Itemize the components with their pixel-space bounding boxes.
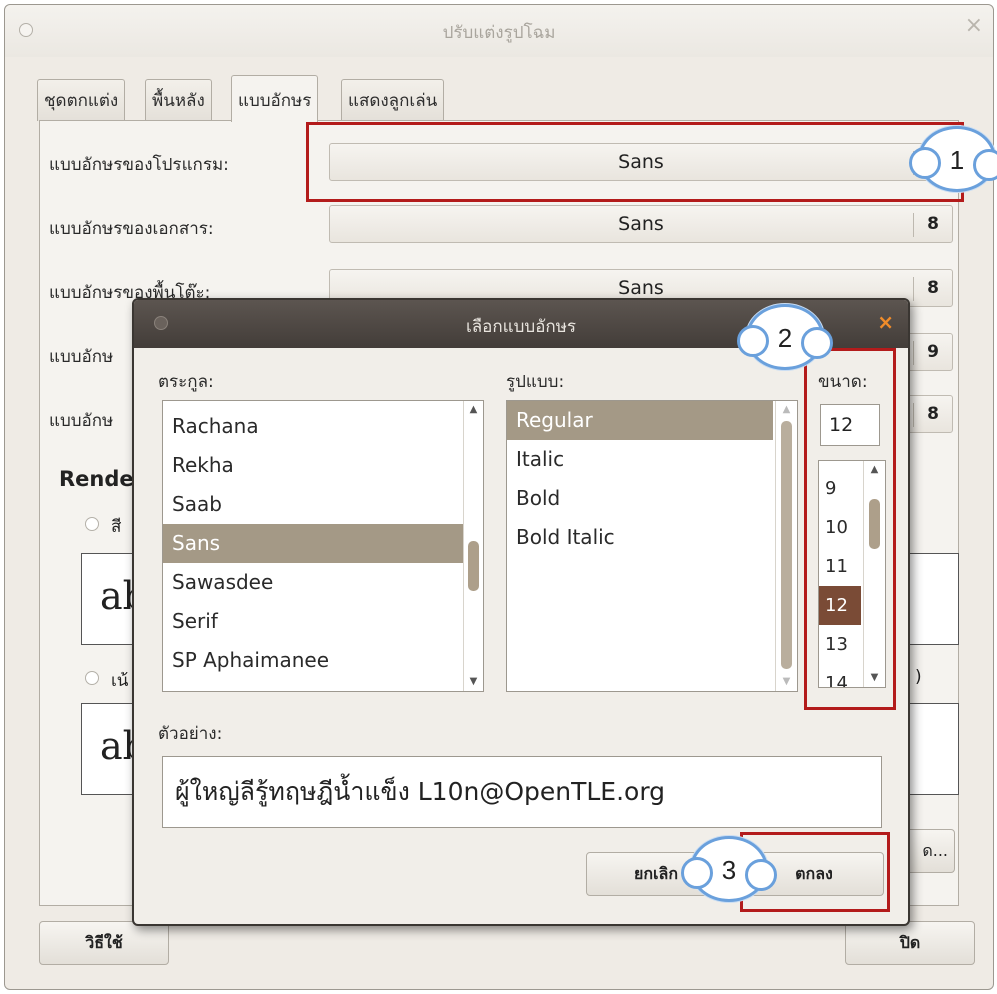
style-scroll-thumb[interactable] <box>781 421 792 669</box>
preview-label: ตัวอย่าง: <box>158 724 223 744</box>
family-list[interactable]: Rachana Rekha Saab Sans Sawasdee Serif SP Apha… <box>162 400 484 692</box>
callout-1: 1 <box>909 126 997 192</box>
style-list-item[interactable]: Bold Italic <box>507 518 773 557</box>
rendering-heading: Rende <box>59 467 134 491</box>
scroll-down-icon[interactable]: ▼ <box>776 673 797 691</box>
family-list-scrollbar[interactable]: ▲ ▼ <box>463 401 483 691</box>
tab-background[interactable]: พื้นหลัง <box>145 79 212 121</box>
desktop-font-size: 8 <box>927 278 939 298</box>
radio-rendering-option-2[interactable] <box>85 671 99 685</box>
document-font-name: Sans <box>618 213 664 235</box>
style-list-item[interactable]: Italic <box>507 440 773 479</box>
family-list-item[interactable]: SP Aphaimanee <box>163 641 463 680</box>
document-font-size: 8 <box>927 214 939 234</box>
scroll-down-icon[interactable]: ▼ <box>464 673 483 691</box>
callout-2: 2 <box>737 304 833 370</box>
family-list-item[interactable]: Serif <box>163 602 463 641</box>
style-label: รูปแบบ: <box>506 372 565 392</box>
radio-rendering-option-1-label: สี <box>111 517 122 537</box>
family-list-item[interactable]: Sawasdee <box>163 563 463 602</box>
desktop-font-name: Sans <box>618 277 664 299</box>
window-title: ปรับแต่งรูปโฉม <box>442 23 556 43</box>
family-scroll-thumb[interactable] <box>468 541 479 591</box>
style-list[interactable]: Regular Italic Bold Bold Italic ▲ ▼ <box>506 400 798 692</box>
fixed-width-font-size: 8 <box>927 404 939 424</box>
application-font-label: แบบอักษรของโปรแกรม: <box>49 155 229 175</box>
rendering-preview-2-edge[interactable] <box>905 553 959 645</box>
scroll-up-icon[interactable]: ▲ <box>776 401 797 419</box>
dialog-close-icon[interactable]: × <box>877 310 894 334</box>
window-close-icon[interactable]: × <box>965 15 983 37</box>
family-list-item[interactable]: Sans <box>163 524 463 563</box>
window-title-font-label: แบบอักษ <box>49 347 114 367</box>
preview-text-field[interactable]: ผู้ใหญ่ลีรู้ทฤษฎีน้ำแข็ง L10n@OpenTLE.or… <box>162 756 882 828</box>
rendering-preview-4-edge[interactable] <box>905 703 959 795</box>
window-titlebar: ปรับแต่งรูปโฉม × <box>5 5 993 57</box>
radio-rendering-option-2-label: เน้ <box>111 671 129 691</box>
tab-visual-effects[interactable]: แสดงลูกเล่น <box>341 79 445 121</box>
family-list-item[interactable]: Saab <box>163 485 463 524</box>
fixed-width-font-label: แบบอักษ <box>49 411 114 431</box>
help-button[interactable]: วิธีใช้ <box>39 921 169 965</box>
tab-theme[interactable]: ชุดตกแต่ง <box>37 79 126 121</box>
cancel-button-label: ยกเลิก <box>633 864 679 883</box>
document-font-button[interactable]: Sans 8 <box>329 205 953 243</box>
radio-rendering-option-4-label-tail: ) <box>915 667 922 687</box>
style-list-item[interactable]: Regular <box>507 401 773 440</box>
window-title-font-size: 9 <box>927 342 939 362</box>
highlight-box-size <box>804 348 896 710</box>
family-list-item[interactable]: Rekha <box>163 446 463 485</box>
document-font-label: แบบอักษรของเอกสาร: <box>49 219 214 239</box>
radio-rendering-option-1[interactable] <box>85 517 99 531</box>
highlight-box-application-font <box>306 122 964 202</box>
scroll-up-icon[interactable]: ▲ <box>464 401 483 419</box>
style-list-scrollbar[interactable]: ▲ ▼ <box>775 401 797 691</box>
style-list-item[interactable]: Bold <box>507 479 773 518</box>
callout-3: 3 <box>681 836 777 902</box>
family-list-item[interactable]: Rachana <box>163 407 463 446</box>
tab-fonts[interactable]: แบบอักษร <box>231 75 319 122</box>
close-button[interactable]: ปิด <box>845 921 975 965</box>
family-label: ตระกูล: <box>158 372 214 392</box>
